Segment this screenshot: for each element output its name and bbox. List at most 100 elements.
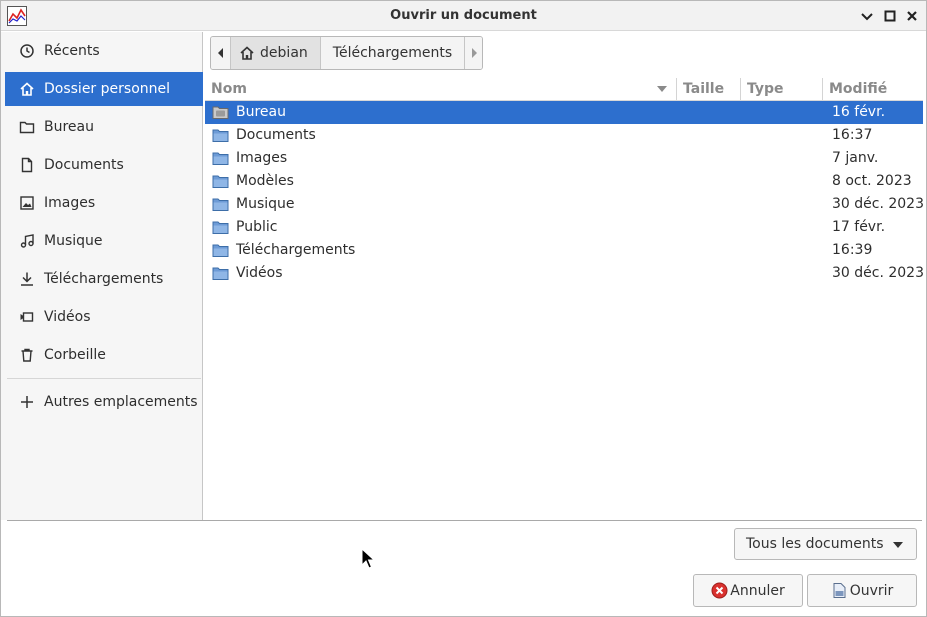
sidebar-item-label: Bureau bbox=[44, 119, 94, 135]
image-icon bbox=[18, 194, 36, 212]
file-modified: 30 déc. 2023 bbox=[832, 265, 924, 281]
sort-descending-icon bbox=[657, 86, 667, 92]
home-icon bbox=[239, 45, 255, 61]
document-icon bbox=[18, 156, 36, 174]
open-document-icon bbox=[831, 582, 848, 599]
folder-icon bbox=[18, 118, 36, 136]
chevron-down-icon bbox=[893, 542, 903, 548]
chevron-right-icon bbox=[471, 48, 477, 58]
file-name: Documents bbox=[236, 127, 316, 143]
file-modified: 7 janv. bbox=[832, 150, 879, 166]
sidebar-item-label: Récents bbox=[44, 43, 100, 59]
column-size-label: Taille bbox=[683, 81, 725, 97]
path-segment-label: Téléchargements bbox=[332, 45, 453, 61]
file-modified: 30 déc. 2023 bbox=[832, 196, 924, 212]
maximize-button[interactable] bbox=[882, 8, 898, 24]
minimize-button[interactable] bbox=[859, 8, 875, 24]
folder-icon bbox=[212, 221, 229, 234]
desktop-folder-icon bbox=[212, 106, 229, 119]
music-icon bbox=[18, 232, 36, 250]
download-icon bbox=[18, 270, 36, 288]
file-name: Musique bbox=[236, 196, 295, 212]
home-icon bbox=[18, 80, 36, 98]
clock-icon bbox=[18, 42, 36, 60]
sidebar-item-label: Téléchargements bbox=[44, 271, 164, 287]
sidebar-item-videos[interactable]: Vidéos bbox=[5, 300, 203, 334]
places-sidebar: Récents Dossier personnel Bureau Documen… bbox=[1, 32, 203, 520]
column-modified-label: Modifié bbox=[829, 81, 888, 97]
sidebar-item-home[interactable]: Dossier personnel bbox=[5, 72, 203, 106]
sidebar-item-label: Corbeille bbox=[44, 347, 106, 363]
file-modified: 16:39 bbox=[832, 242, 873, 258]
sidebar-item-recent[interactable]: Récents bbox=[5, 34, 203, 68]
path-back-button[interactable] bbox=[211, 37, 231, 69]
file-modified: 16:37 bbox=[832, 127, 873, 143]
sidebar-item-desktop[interactable]: Bureau bbox=[5, 110, 203, 144]
column-modified[interactable]: Modifié bbox=[823, 77, 923, 101]
cancel-button[interactable]: Annuler bbox=[693, 574, 803, 607]
mouse-cursor-icon bbox=[361, 548, 375, 569]
sidebar-item-label: Documents bbox=[44, 157, 124, 173]
file-name: Modèles bbox=[236, 173, 294, 189]
path-bar: debian Téléchargements bbox=[210, 36, 483, 70]
file-list[interactable]: Nom Taille Type Modifié Bureau 16 févr. … bbox=[205, 77, 924, 520]
column-name[interactable]: Nom bbox=[205, 77, 675, 101]
open-label: Ouvrir bbox=[849, 582, 894, 599]
sidebar-item-other-locations[interactable]: Autres emplacements bbox=[5, 385, 203, 419]
column-type-label: Type bbox=[747, 81, 784, 97]
path-segment-label: debian bbox=[260, 45, 308, 61]
file-type-filter[interactable]: Tous les documents bbox=[734, 528, 917, 560]
file-row[interactable]: Vidéos 30 déc. 2023 bbox=[205, 262, 924, 285]
sidebar-item-trash[interactable]: Corbeille bbox=[5, 338, 203, 372]
folder-icon bbox=[212, 129, 229, 142]
folder-icon bbox=[212, 198, 229, 211]
sidebar-item-label: Images bbox=[44, 195, 96, 211]
file-name: Images bbox=[236, 150, 288, 166]
sidebar-item-label: Vidéos bbox=[44, 309, 91, 325]
path-segment-home[interactable]: debian bbox=[230, 37, 320, 69]
folder-icon bbox=[212, 175, 229, 188]
cancel-icon bbox=[711, 582, 728, 599]
sidebar-item-documents[interactable]: Documents bbox=[5, 148, 203, 182]
folder-icon bbox=[212, 267, 229, 280]
close-button[interactable] bbox=[904, 8, 920, 24]
path-forward-button[interactable] bbox=[464, 37, 482, 69]
cancel-label: Annuler bbox=[730, 582, 785, 599]
file-row[interactable]: Téléchargements 16:39 bbox=[205, 239, 923, 262]
sidebar-item-music[interactable]: Musique bbox=[5, 224, 203, 258]
title-bar[interactable]: Ouvrir un document bbox=[1, 1, 926, 31]
file-row[interactable]: Musique 30 déc. 2023 bbox=[205, 193, 924, 216]
file-row[interactable]: Images 7 janv. bbox=[205, 147, 923, 170]
sidebar-item-label: Autres emplacements bbox=[44, 394, 198, 410]
sidebar-item-label: Dossier personnel bbox=[44, 81, 171, 97]
sidebar-item-images[interactable]: Images bbox=[5, 186, 203, 220]
file-row[interactable]: Bureau 16 févr. bbox=[205, 101, 923, 124]
file-row[interactable]: Modèles 8 oct. 2023 bbox=[205, 170, 923, 193]
file-modified: 8 oct. 2023 bbox=[832, 173, 912, 189]
bottom-separator bbox=[7, 520, 922, 521]
column-header-row: Nom Taille Type Modifié bbox=[205, 77, 923, 101]
open-button[interactable]: Ouvrir bbox=[807, 574, 917, 607]
file-row[interactable]: Public 17 févr. bbox=[205, 216, 923, 239]
sidebar-item-downloads[interactable]: Téléchargements bbox=[5, 262, 203, 296]
path-segment-downloads[interactable]: Téléchargements bbox=[319, 37, 465, 69]
sidebar-item-label: Musique bbox=[44, 233, 103, 249]
video-icon bbox=[18, 308, 36, 326]
chevron-left-icon bbox=[217, 48, 223, 58]
column-size[interactable]: Taille bbox=[677, 77, 740, 101]
sidebar-separator bbox=[7, 378, 201, 379]
file-name: Téléchargements bbox=[236, 242, 356, 258]
file-name: Vidéos bbox=[236, 265, 283, 281]
filter-label: Tous les documents bbox=[746, 536, 884, 552]
plus-icon bbox=[18, 393, 36, 411]
file-modified: 16 févr. bbox=[832, 104, 886, 120]
window-title: Ouvrir un document bbox=[390, 8, 537, 23]
folder-icon bbox=[212, 152, 229, 165]
file-row[interactable]: Documents 16:37 bbox=[205, 124, 923, 147]
folder-icon bbox=[212, 244, 229, 257]
file-chooser-dialog: Ouvrir un document Récents Dossier perso… bbox=[0, 0, 927, 617]
column-type[interactable]: Type bbox=[741, 77, 822, 101]
trash-icon bbox=[18, 346, 36, 364]
file-name: Bureau bbox=[236, 104, 286, 120]
column-name-label: Nom bbox=[211, 81, 247, 97]
